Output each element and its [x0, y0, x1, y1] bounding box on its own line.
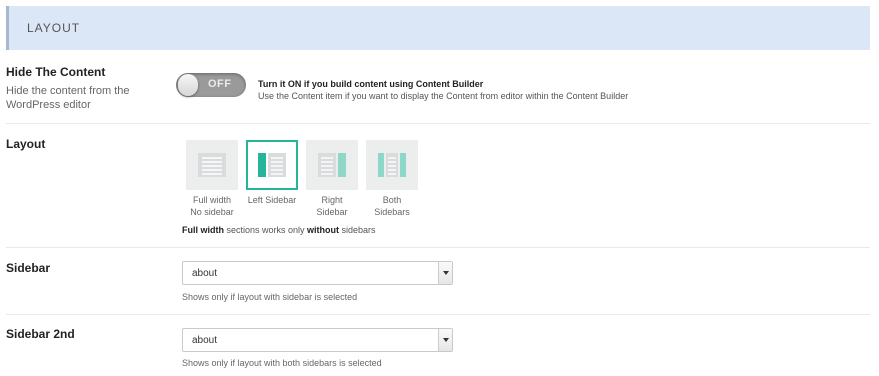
- layout-row: Layout: [6, 124, 870, 248]
- layout-note-text: sidebars: [339, 225, 376, 235]
- both-sidebars-icon: [378, 153, 406, 177]
- hide-content-title: Hide The Content: [6, 65, 106, 79]
- layout-option-both-sidebars[interactable]: Both Sidebars: [366, 140, 418, 218]
- left-sidebar-icon: [258, 153, 286, 177]
- layout-option-right-sidebar[interactable]: Right Sidebar: [306, 140, 358, 218]
- toggle-state-label: OFF: [208, 78, 232, 90]
- section-header: LAYOUT: [6, 6, 870, 50]
- section-title: LAYOUT: [27, 21, 81, 35]
- right-sidebar-icon: [318, 153, 346, 177]
- sidebar2-title: Sidebar 2nd: [6, 327, 75, 341]
- toggle-knob: [178, 74, 198, 96]
- layout-note-bold: Full width: [182, 225, 224, 235]
- sidebar2-select-value: about: [192, 335, 218, 346]
- sidebar2-note: Shows only if layout with both sidebars …: [182, 358, 382, 368]
- layout-option-label: Right Sidebar: [316, 195, 348, 217]
- layout-note-text: sections works only: [224, 225, 308, 235]
- sidebar-title: Sidebar: [6, 261, 51, 275]
- layout-option-left-sidebar[interactable]: Left Sidebar: [246, 140, 298, 206]
- sidebar2-select[interactable]: about: [182, 328, 453, 352]
- layout-option-label: Left Sidebar: [247, 195, 297, 205]
- sidebar-select-value: about: [192, 268, 218, 279]
- layout-title: Layout: [6, 137, 46, 151]
- sidebar-note: Shows only if layout with sidebar is sel…: [182, 292, 358, 302]
- full-width-icon: [198, 153, 226, 177]
- hide-content-hint-title: Turn it ON if you build content using Co…: [258, 79, 484, 89]
- chevron-down-icon[interactable]: [438, 329, 452, 351]
- layout-note-bold: without: [307, 225, 340, 235]
- layout-note: Full width sections works only without s…: [182, 225, 376, 235]
- layout-option-full-width[interactable]: Full width No sidebar: [186, 140, 238, 218]
- layout-option-label: Both Sidebars: [374, 195, 410, 217]
- layout-option-label: Full width No sidebar: [190, 195, 234, 217]
- hide-content-hint-sub: Use the Content item if you want to disp…: [258, 91, 629, 101]
- chevron-down-icon[interactable]: [438, 262, 452, 284]
- hide-content-description: Hide the content from the WordPress edit…: [6, 85, 130, 111]
- hide-content-toggle[interactable]: OFF: [176, 73, 246, 97]
- sidebar-select[interactable]: about: [182, 261, 453, 285]
